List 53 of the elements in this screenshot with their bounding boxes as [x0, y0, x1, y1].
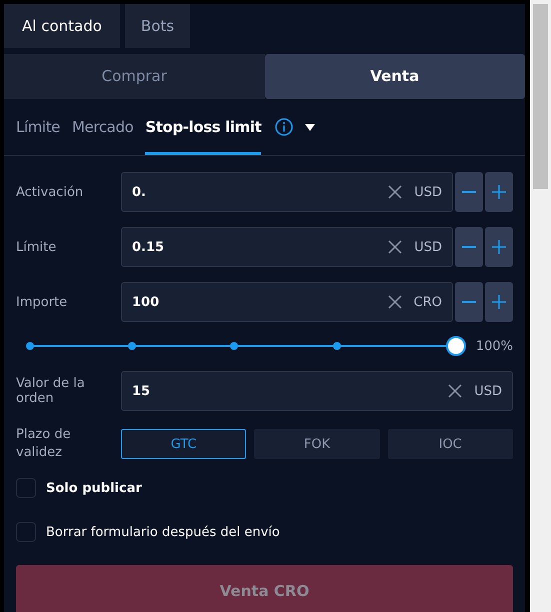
amount-slider[interactable] — [26, 335, 468, 357]
field-label: Límite — [16, 240, 58, 254]
slider-handle[interactable] — [446, 336, 466, 356]
unit-label: CRO — [414, 294, 442, 310]
slider-stop[interactable] — [332, 342, 341, 350]
order-type-tab[interactable]: Stop-loss limit — [145, 99, 262, 155]
clear-icon[interactable] — [448, 384, 462, 398]
field-label: Plazo de validez — [16, 426, 72, 462]
minus-icon — [461, 246, 477, 248]
increment-button[interactable] — [485, 227, 513, 267]
decrement-button[interactable] — [455, 227, 483, 267]
increment-button[interactable] — [485, 172, 513, 212]
slider-stop[interactable] — [26, 342, 34, 350]
plus-icon — [491, 184, 507, 200]
decrement-button[interactable] — [455, 282, 483, 322]
field-label: Activación — [16, 184, 84, 200]
percent-reading: 100% — [476, 338, 513, 354]
time-in-force-option[interactable]: FOK — [254, 429, 380, 459]
increment-button[interactable] — [485, 282, 513, 322]
unit-label: USD — [414, 184, 442, 200]
checkbox[interactable] — [16, 522, 36, 542]
checkbox-label: Solo publicar — [46, 480, 142, 496]
order-type-tab[interactable]: Límite — [16, 99, 60, 155]
time-in-force-option[interactable]: IOC — [388, 429, 513, 459]
input-field[interactable]: 15 USD — [121, 371, 513, 411]
minus-icon — [461, 191, 477, 193]
decrement-button[interactable] — [455, 172, 483, 212]
checkbox[interactable] — [16, 478, 36, 498]
caret-icon[interactable] — [305, 124, 316, 130]
input-field[interactable]: 0. USD — [121, 172, 453, 212]
field-label: Valor de la orden — [16, 376, 86, 406]
minus-icon — [461, 301, 477, 303]
clear-icon[interactable] — [388, 240, 402, 254]
time-in-force-option[interactable]: GTC — [121, 429, 246, 459]
plus-icon — [491, 239, 507, 255]
market-tab[interactable]: Al contado — [4, 4, 120, 48]
slider-stop[interactable] — [230, 342, 238, 350]
scrollbar-thumb[interactable] — [533, 4, 548, 189]
clear-icon[interactable] — [388, 185, 402, 199]
market-tab[interactable]: Bots — [124, 4, 190, 48]
unit-label: USD — [414, 240, 442, 254]
info-icon[interactable] — [275, 118, 294, 136]
field-label: Importe — [16, 294, 68, 310]
input-field[interactable]: 100 CRO — [121, 282, 453, 322]
order-type-tab[interactable]: Mercado — [72, 99, 134, 155]
side-tab[interactable]: Venta — [264, 54, 525, 99]
side-tab[interactable]: Comprar — [4, 54, 264, 99]
checkbox-label: Borrar formulario después del envío — [46, 524, 280, 540]
clear-icon[interactable] — [388, 295, 402, 309]
slider-stop[interactable] — [128, 342, 136, 350]
unit-label: USD — [474, 384, 502, 398]
input-field[interactable]: 0.15 USD — [121, 227, 453, 267]
plus-icon — [491, 294, 507, 310]
